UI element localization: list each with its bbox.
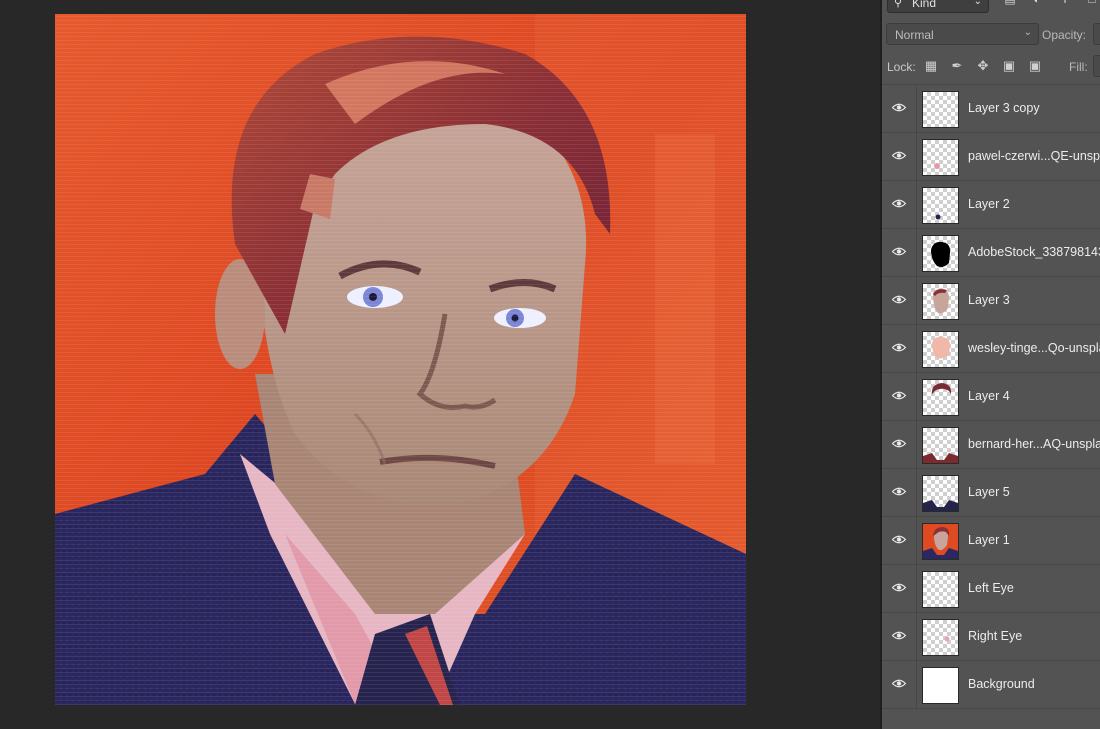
layer-thumbnail[interactable] [922,667,959,704]
chevron-down-icon: ⌄ [973,0,982,7]
shape-filter-icon[interactable]: □ [1085,0,1099,6]
layer-filter-row: ⚲ Kind ⌄ ▤ ◐ T □ [882,0,1100,14]
layer-row[interactable]: Layer 1 [882,516,1100,564]
opacity-field[interactable] [1093,23,1100,45]
panel-footer [882,708,1100,729]
lock-paint-icon[interactable]: ✒ [950,59,964,73]
layer-name[interactable]: Left Eye [968,581,1014,595]
layer-row[interactable]: Layer 4 [882,372,1100,420]
layer-name[interactable]: Layer 3 [968,293,1010,307]
layer-name[interactable]: Layer 3 copy [968,101,1040,115]
layer-thumbnail[interactable] [922,379,959,416]
layer-row[interactable]: Layer 5 [882,468,1100,516]
layers-panel: ⚲ Kind ⌄ ▤ ◐ T □ Normal ⌄ Opacity: Lock:… [882,0,1100,729]
layer-row[interactable]: pawel-czerwi...QE-unsplash [882,132,1100,180]
visibility-toggle[interactable] [882,85,917,132]
layer-name[interactable]: Layer 1 [968,533,1010,547]
layer-name[interactable]: Layer 5 [968,485,1010,499]
layer-name[interactable]: Layer 2 [968,197,1010,211]
layer-name[interactable]: AdobeStock_338798143 [968,245,1100,259]
layer-name[interactable]: Right Eye [968,629,1022,643]
image-filter-icon[interactable]: ▤ [1003,0,1017,6]
layer-thumbnail[interactable] [922,139,959,176]
layer-row[interactable]: Layer 3 copy [882,84,1100,132]
layer-name[interactable]: Background [968,677,1035,691]
layers-list: Layer 3 copy pawel-czerwi...QE-unsplash La… [882,84,1100,708]
layer-row[interactable]: wesley-tinge...Qo-unsplash [882,324,1100,372]
filter-kind-dropdown[interactable]: ⚲ Kind ⌄ [887,0,989,13]
layer-thumbnail[interactable] [922,331,959,368]
lock-all-icon[interactable]: ▣ [1028,59,1042,73]
layer-row[interactable]: AdobeStock_338798143 [882,228,1100,276]
type-filter-icon[interactable]: T [1058,0,1072,6]
filter-kind-label: Kind [912,0,937,10]
visibility-toggle[interactable] [882,181,917,228]
blend-mode-dropdown[interactable]: Normal ⌄ [886,23,1039,45]
fill-field[interactable] [1093,55,1100,77]
blend-mode-row: Normal ⌄ Opacity: [882,22,1100,46]
layer-name[interactable]: pawel-czerwi...QE-unsplash [968,149,1100,163]
visibility-toggle[interactable] [882,373,917,420]
layer-thumbnail[interactable] [922,619,959,656]
blend-mode-label: Normal [895,28,934,42]
visibility-toggle[interactable] [882,421,917,468]
layer-row[interactable]: Left Eye [882,564,1100,612]
chevron-down-icon: ⌄ [1023,27,1032,38]
layer-row[interactable]: Right Eye [882,612,1100,660]
visibility-toggle[interactable] [882,517,917,564]
fill-label: Fill: [1069,60,1088,74]
visibility-toggle[interactable] [882,325,917,372]
search-icon: ⚲ [894,0,903,9]
layer-name[interactable]: Layer 4 [968,389,1010,403]
adjustment-filter-icon[interactable]: ◐ [1030,0,1044,6]
layer-thumbnail[interactable] [922,523,959,560]
layer-row[interactable]: Background [882,660,1100,708]
document-canvas[interactable] [0,0,880,729]
layer-thumbnail[interactable] [922,235,959,272]
visibility-toggle[interactable] [882,613,917,660]
lock-row: Lock: ▦ ✒ ✥ ▣ ▣ Fill: [882,54,1100,78]
layer-name[interactable]: wesley-tinge...Qo-unsplash [968,341,1100,355]
layer-name[interactable]: bernard-her...AQ-unsplash [968,437,1100,451]
layer-row[interactable]: Layer 2 [882,180,1100,228]
layer-thumbnail[interactable] [922,475,959,512]
visibility-toggle[interactable] [882,661,917,708]
visibility-toggle[interactable] [882,565,917,612]
visibility-toggle[interactable] [882,229,917,276]
layer-thumbnail[interactable] [922,91,959,128]
lock-label: Lock: [887,60,916,74]
visibility-toggle[interactable] [882,469,917,516]
lock-transparent-icon[interactable]: ▦ [924,59,938,73]
artwork-image[interactable] [55,14,746,705]
layer-thumbnail[interactable] [922,283,959,320]
visibility-toggle[interactable] [882,133,917,180]
lock-position-icon[interactable]: ✥ [976,59,990,73]
visibility-toggle[interactable] [882,277,917,324]
layer-row[interactable]: bernard-her...AQ-unsplash [882,420,1100,468]
layer-thumbnail[interactable] [922,187,959,224]
layer-thumbnail[interactable] [922,571,959,608]
portrait-illustration [55,14,746,705]
layer-thumbnail[interactable] [922,427,959,464]
lock-artboard-icon[interactable]: ▣ [1002,59,1016,73]
opacity-label: Opacity: [1042,28,1087,42]
layer-row[interactable]: Layer 3 [882,276,1100,324]
